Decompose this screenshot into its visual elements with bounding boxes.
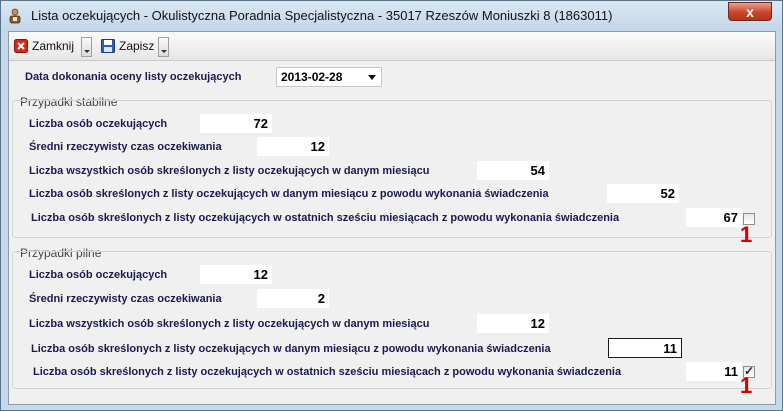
urgent-removed-month-label: Liczba wszystkich osób skreślonych z lis…	[29, 318, 430, 330]
save-dropdown-arrow[interactable]	[158, 37, 169, 57]
urgent-removed-month-value[interactable]: 12	[477, 314, 549, 333]
stable-annotation-marker: 1	[740, 222, 753, 247]
user-list-icon	[9, 8, 21, 24]
urgent-waiting-label: Liczba osób oczekujących	[29, 269, 168, 281]
stable-avg-time-label: Średni rzeczywisty czas oczekiwania	[29, 141, 222, 153]
stable-removed-6m-label: Liczba osób skreślonych z listy oczekują…	[31, 212, 620, 224]
urgent-avg-time-label: Średni rzeczywisty czas oczekiwania	[29, 293, 222, 305]
urgent-removed-6m-value[interactable]: 11	[686, 362, 742, 381]
save-button[interactable]: Zapisz	[101, 35, 154, 57]
urgent-avg-time-value[interactable]: 2	[257, 289, 329, 308]
close-button[interactable]: Zamknij	[14, 35, 74, 57]
urgent-removed-service-label: Liczba osób skreślonych z listy oczekują…	[31, 343, 551, 355]
urgent-waiting-value[interactable]: 12	[200, 265, 272, 284]
urgent-annotation-marker: 1	[740, 373, 753, 398]
chevron-down-icon[interactable]	[365, 70, 379, 84]
title-bar[interactable]: Lista oczekujących - Okulistyczna Poradn…	[1, 1, 782, 31]
stable-removed-month-value[interactable]: 54	[477, 161, 549, 180]
close-dropdown-arrow[interactable]	[81, 37, 92, 57]
client-area: Zamknij Zapisz Data dokonania oceny list…	[8, 31, 776, 405]
window-title: Lista oczekujących - Okulistyczna Poradn…	[31, 8, 613, 23]
app-window: Lista oczekujących - Okulistyczna Poradn…	[0, 0, 783, 411]
stable-waiting-value[interactable]: 72	[200, 114, 272, 133]
floppy-disk-icon	[101, 39, 115, 53]
toolbar: Zamknij Zapisz	[9, 32, 775, 61]
date-select[interactable]: 2013-02-28	[276, 67, 382, 87]
stable-removed-service-label: Liczba osób skreślonych z listy oczekują…	[29, 188, 549, 200]
stable-removed-service-value[interactable]: 52	[607, 184, 679, 203]
close-icon	[14, 39, 28, 53]
stable-removed-month-label: Liczba wszystkich osób skreślonych z lis…	[29, 165, 430, 177]
urgent-removed-service-value[interactable]: 11	[608, 338, 682, 358]
save-button-label: Zapisz	[119, 39, 155, 53]
date-label: Data dokonania oceny listy oczekujących	[25, 71, 242, 83]
urgent-removed-6m-label: Liczba osób skreślonych z listy oczekują…	[33, 366, 622, 378]
close-window-button[interactable]: x	[728, 2, 772, 21]
close-button-label: Zamknij	[32, 39, 75, 53]
date-value: 2013-02-28	[281, 70, 343, 84]
stable-avg-time-value[interactable]: 12	[257, 137, 329, 156]
stable-waiting-label: Liczba osób oczekujących	[29, 118, 168, 130]
stable-removed-6m-value[interactable]: 67	[686, 208, 742, 227]
